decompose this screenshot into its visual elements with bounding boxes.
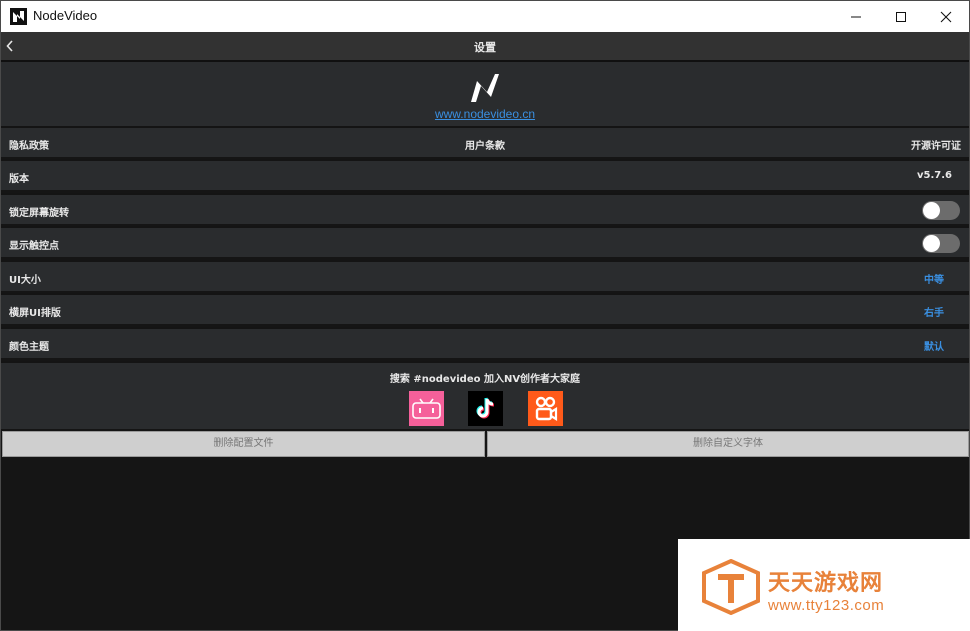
title-bar: NodeVideo — [1, 1, 969, 32]
user-terms-link[interactable]: 用户条款 — [1, 137, 969, 152]
landscape-layout-value[interactable]: 右手 — [924, 304, 944, 319]
social-section: 搜索 #nodevideo 加入NV创作者大家庭 — [1, 361, 969, 429]
toggle-knob — [923, 235, 940, 252]
delete-font-button[interactable]: 删除自定义字体 — [487, 431, 969, 457]
social-search-text: 搜索 #nodevideo 加入NV创作者大家庭 — [389, 374, 581, 385]
tiktok-icon[interactable] — [468, 391, 503, 426]
settings-header: 设置 — [1, 32, 969, 60]
open-source-license-link[interactable]: 开源许可证 — [911, 137, 961, 152]
show-touch-row: 显示触控点 — [1, 226, 969, 257]
color-theme-value[interactable]: 默认 — [924, 338, 944, 353]
page-title: 设置 — [474, 41, 496, 54]
bilibili-icon[interactable] — [409, 391, 444, 426]
minimize-button[interactable] — [833, 1, 879, 32]
ui-size-row[interactable]: UI大小 中等 — [1, 260, 969, 291]
version-row: 版本 v5.7.6 — [1, 159, 969, 190]
show-touch-label: 显示触控点 — [9, 241, 59, 252]
website-link[interactable]: www.nodevideo.cn — [1, 107, 969, 121]
logo-section: www.nodevideo.cn — [1, 62, 969, 126]
maximize-icon — [896, 11, 906, 22]
window-title: NodeVideo — [33, 8, 98, 23]
lock-rotation-toggle[interactable] — [922, 201, 960, 220]
nodevideo-app-icon — [10, 8, 27, 25]
watermark: 天天游戏网 www.tty123.com — [678, 539, 970, 631]
delete-config-button[interactable]: 删除配置文件 — [2, 431, 485, 457]
landscape-layout-row[interactable]: 横屏UI排版 右手 — [1, 293, 969, 324]
minimize-icon — [851, 16, 861, 17]
lock-rotation-row: 锁定屏幕旋转 — [1, 193, 969, 224]
app-window: NodeVideo 设置 www.nodevideo.cn 隐私政策 用户条款 … — [0, 0, 970, 631]
ui-size-label: UI大小 — [9, 275, 41, 286]
maximize-button[interactable] — [878, 1, 924, 32]
legal-links-row: 隐私政策 用户条款 开源许可证 — [1, 126, 969, 157]
watermark-title: 天天游戏网 — [768, 571, 884, 596]
landscape-layout-label: 横屏UI排版 — [9, 308, 61, 319]
close-icon — [940, 11, 952, 22]
ui-size-value[interactable]: 中等 — [924, 271, 944, 286]
version-label: 版本 — [9, 174, 29, 185]
close-button[interactable] — [923, 1, 969, 32]
nodevideo-logo-icon — [469, 73, 501, 103]
color-theme-row[interactable]: 颜色主题 默认 — [1, 327, 969, 358]
watermark-logo-icon — [702, 559, 760, 615]
kuaishou-icon[interactable] — [528, 391, 563, 426]
watermark-url: www.tty123.com — [768, 597, 885, 614]
show-touch-toggle[interactable] — [922, 234, 960, 253]
version-value: v5.7.6 — [917, 170, 952, 181]
toggle-knob — [923, 202, 940, 219]
color-theme-label: 颜色主题 — [9, 342, 49, 353]
lock-rotation-label: 锁定屏幕旋转 — [9, 208, 69, 219]
